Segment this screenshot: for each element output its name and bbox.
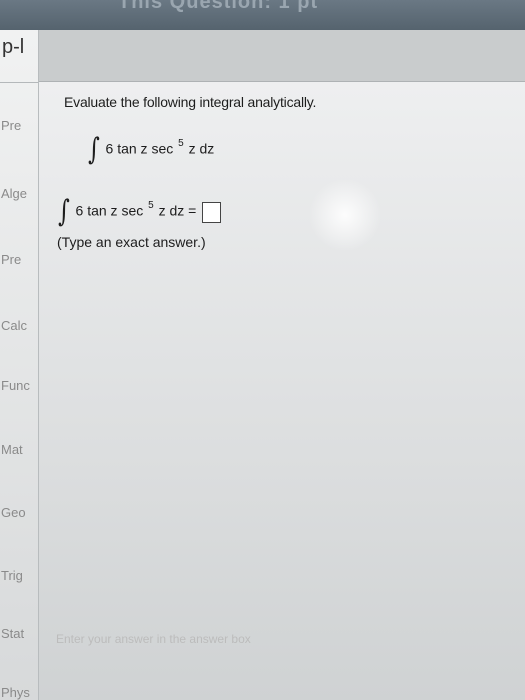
answer-integrand-tail: z dz = bbox=[158, 202, 197, 219]
answer-integrand-text: 6 tan z sec bbox=[75, 202, 144, 219]
integral-sign: ∫ bbox=[57, 194, 70, 229]
question-prompt: Evaluate the following integral analytic… bbox=[64, 94, 317, 110]
answer-integrand-exponent: 5 bbox=[148, 199, 154, 211]
sidebar-item-phys[interactable]: Phys bbox=[1, 685, 38, 700]
integrand-tail: z dz bbox=[188, 140, 215, 157]
status-message: Enter your answer in the answer box bbox=[56, 632, 251, 646]
sidebar-header-label: p-l bbox=[2, 36, 25, 58]
answer-input-box[interactable] bbox=[202, 201, 222, 223]
top-bar: This Question: 1 pt bbox=[0, 0, 525, 30]
integrand-exponent: 5 bbox=[178, 137, 184, 149]
sidebar-item-calc[interactable]: Calc bbox=[1, 318, 38, 333]
sidebar-item-mat[interactable]: Mat bbox=[1, 442, 38, 457]
question-points-title: This Question: 1 pt bbox=[118, 0, 319, 13]
sidebar-item-pre[interactable]: Pre bbox=[1, 252, 38, 267]
sidebar-header: p-l bbox=[0, 30, 38, 83]
sidebar-item-pre[interactable]: Pre bbox=[1, 118, 38, 133]
sidebar-item-trig[interactable]: Trig bbox=[1, 568, 38, 583]
question-panel bbox=[39, 82, 525, 700]
answer-hint: (Type an exact answer.) bbox=[57, 234, 206, 250]
answer-line: ∫ 6 tan z sec 5 z dz = bbox=[56, 194, 222, 229]
sidebar-item-geo[interactable]: Geo bbox=[1, 505, 38, 520]
sidebar-item-stat[interactable]: Stat bbox=[1, 626, 38, 641]
integral-expression: ∫ 6 tan z sec 5 z dz bbox=[86, 135, 214, 165]
sidebar-item-func[interactable]: Func bbox=[1, 378, 38, 393]
integral-sign: ∫ bbox=[87, 132, 100, 167]
integrand-text: 6 tan z sec bbox=[105, 140, 174, 157]
sidebar-item-alge[interactable]: Alge bbox=[1, 186, 38, 201]
